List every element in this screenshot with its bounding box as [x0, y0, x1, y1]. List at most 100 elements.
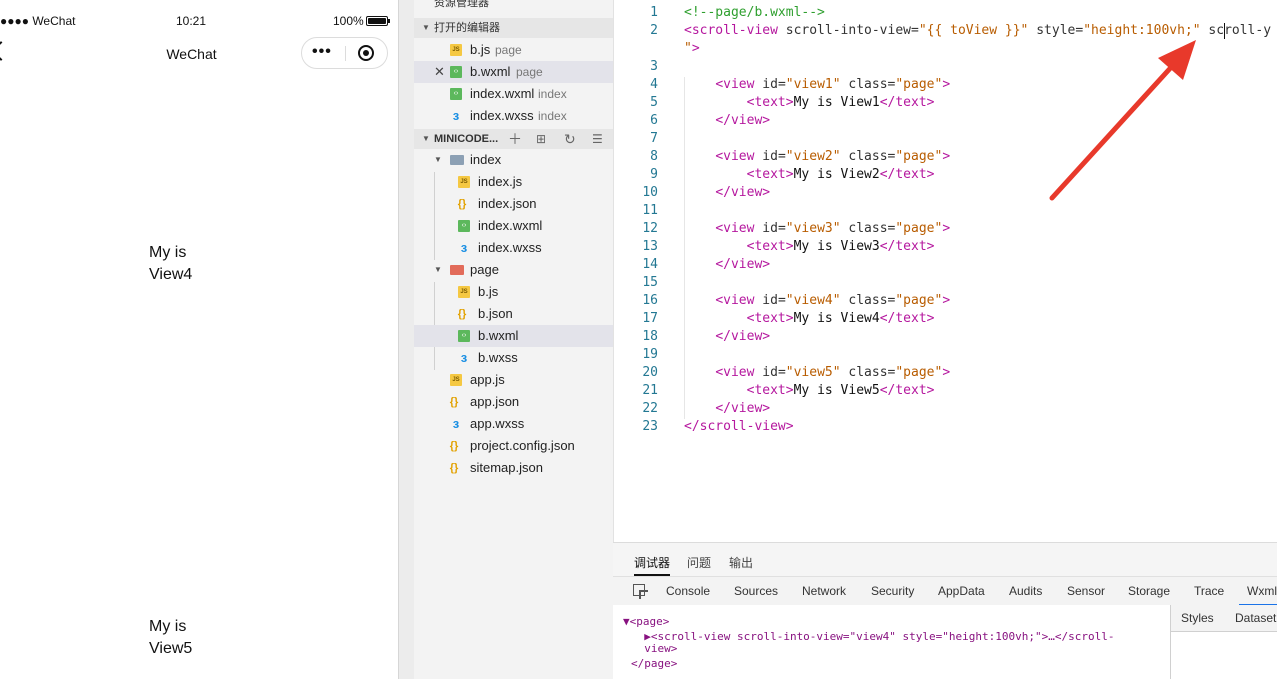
code-line[interactable]: </view> [684, 401, 770, 416]
tree-file[interactable]: {} index.json [414, 193, 613, 215]
code-line[interactable]: <text>My is View5</text> [684, 383, 935, 398]
tree-file[interactable]: {} sitemap.json [414, 457, 613, 479]
file-name: app.json [470, 394, 520, 409]
simulator-resize-handle[interactable] [398, 0, 414, 679]
tab-sources[interactable]: Sources [734, 584, 778, 598]
dom-node-page-open[interactable]: ▼<page> [623, 615, 669, 628]
caret-down-icon: ▼ [434, 155, 442, 164]
tree-folder[interactable]: ▼ index [414, 149, 613, 171]
open-editor-item[interactable]: JS b.js page [414, 39, 613, 61]
file-name: sitemap.json [470, 460, 543, 475]
view5-text: My is View5 [149, 616, 219, 660]
wxml-tree[interactable]: ▼<page> ▶<scroll-view scroll-into-view="… [613, 605, 1170, 679]
line-number: 20 [642, 365, 658, 380]
refresh-icon[interactable]: ↻ [564, 129, 576, 149]
code-line[interactable]: </scroll-view> [684, 419, 794, 434]
js-file-icon: JS [458, 176, 470, 188]
tab-styles[interactable]: Styles [1181, 611, 1214, 625]
code-line[interactable]: </view> [684, 113, 770, 128]
file-explorer: 资源管理器 ▼ 打开的编辑器 JS b.js page ✕ ‹› b.wxml … [414, 0, 613, 679]
code-line[interactable]: </view> [684, 257, 770, 272]
js-file-icon: JS [458, 286, 470, 298]
new-file-icon[interactable]: ＋ [508, 129, 522, 149]
json-file-icon: {} [457, 198, 467, 210]
collapse-all-icon[interactable]: ☰ [592, 129, 603, 149]
wxss-file-icon: з [460, 240, 468, 255]
open-editor-item[interactable]: з index.wxss index [414, 105, 613, 127]
capsule-divider [345, 46, 346, 61]
tab-appdata[interactable]: AppData [938, 584, 985, 598]
tree-file[interactable]: з b.wxss [414, 347, 613, 369]
collapse-icon: ▼ [422, 134, 430, 143]
dom-node-scroll-view[interactable]: ▶<scroll-view scroll-into-view="view4" s… [631, 630, 1114, 643]
code-line[interactable]: <view id="view4" class="page"> [684, 293, 950, 308]
tab-sensor[interactable]: Sensor [1067, 584, 1105, 598]
view4-line1: My is [149, 244, 187, 261]
tab-storage[interactable]: Storage [1128, 584, 1170, 598]
tab-audits[interactable]: Audits [1009, 584, 1042, 598]
open-editors-header[interactable]: ▼ 打开的编辑器 [414, 18, 613, 38]
code-line[interactable]: <scroll-view scroll-into-view="{{ toView… [684, 23, 1271, 38]
code-line[interactable]: <text>My is View2</text> [684, 167, 935, 182]
tab-trace[interactable]: Trace [1194, 584, 1224, 598]
json-file-icon: {} [449, 440, 459, 452]
tree-file[interactable]: JS index.js [414, 171, 613, 193]
open-editors-label: 打开的编辑器 [434, 22, 500, 34]
line-number: 14 [642, 257, 658, 272]
json-file-icon: {} [449, 396, 459, 408]
dom-line: ▶<scroll-view scroll-into-view="view4" s… [631, 630, 1115, 643]
capsule-menu[interactable]: ••• [301, 37, 388, 69]
code-line[interactable]: <view id="view5" class="page"> [684, 365, 950, 380]
tab-problems[interactable]: 问题 [687, 554, 711, 571]
code-line[interactable]: <!--page/b.wxml--> [684, 5, 825, 20]
code-line[interactable]: <view id="view3" class="page"> [684, 221, 950, 236]
tab-console[interactable]: Console [666, 584, 710, 598]
tab-security[interactable]: Security [871, 584, 914, 598]
more-dots-icon[interactable]: ••• [312, 43, 332, 61]
tree-file[interactable]: з index.wxss [414, 237, 613, 259]
caret-down-icon: ▼ [434, 265, 442, 274]
open-editor-item[interactable]: ‹› index.wxml index [414, 83, 613, 105]
code-line[interactable]: </view> [684, 329, 770, 344]
tree-file[interactable]: {} app.json [414, 391, 613, 413]
tree-file-selected[interactable]: ‹› b.wxml [414, 325, 613, 347]
code-line[interactable]: <view id="view2" class="page"> [684, 149, 950, 164]
new-folder-icon[interactable]: ⊞ [536, 129, 546, 149]
line-number: 16 [642, 293, 658, 308]
code-line[interactable]: <view id="view1" class="page"> [684, 77, 950, 92]
code-editor[interactable]: 1 2 3 4 5 6 7 8 9 10 11 12 13 14 15 16 17 18 19 20 21 22 23 <!… [613, 0, 1277, 542]
inspect-element-icon[interactable] [633, 584, 645, 596]
file-name: b.wxss [478, 350, 518, 365]
tree-file[interactable]: JS b.js [414, 281, 613, 303]
tree-file[interactable]: JS app.js [414, 369, 613, 391]
code-line[interactable]: <text>My is View1</text> [684, 95, 935, 110]
tree-file[interactable]: {} project.config.json [414, 435, 613, 457]
styles-sidebar: Styles Dataset [1170, 605, 1277, 679]
tree-file[interactable]: ‹› index.wxml [414, 215, 613, 237]
tree-folder[interactable]: ▼ page [414, 259, 613, 281]
code-line[interactable]: </view> [684, 185, 770, 200]
close-target-icon[interactable] [358, 45, 374, 61]
code-line[interactable]: "> [684, 41, 700, 56]
js-file-icon: JS [450, 374, 462, 386]
line-number: 3 [650, 59, 658, 74]
file-name: index.json [478, 196, 537, 211]
tab-wxml[interactable]: Wxml [1239, 584, 1277, 606]
project-header[interactable]: ▼ MINICODE... ＋ ⊞ ↻ ☰ [414, 129, 613, 149]
close-icon[interactable]: ✕ [434, 61, 445, 83]
code-line[interactable]: <text>My is View4</text> [684, 311, 935, 326]
tab-network[interactable]: Network [802, 584, 846, 598]
file-name: index.wxml [470, 86, 535, 101]
wxml-file-icon: ‹› [450, 66, 462, 78]
tree-file[interactable]: з app.wxss [414, 413, 613, 435]
code-line[interactable]: <text>My is View3</text> [684, 239, 935, 254]
line-number: 21 [642, 383, 658, 398]
file-name: app.js [470, 372, 505, 387]
tab-output[interactable]: 输出 [729, 554, 753, 571]
tab-dataset[interactable]: Dataset [1235, 611, 1276, 625]
tree-file[interactable]: {} b.json [414, 303, 613, 325]
open-editor-item-active[interactable]: ✕ ‹› b.wxml page [414, 61, 613, 83]
debug-panel: 调试器 问题 输出 Console Sources Network Securi… [613, 542, 1277, 679]
battery-icon [366, 16, 390, 26]
tab-debugger[interactable]: 调试器 [634, 554, 671, 576]
